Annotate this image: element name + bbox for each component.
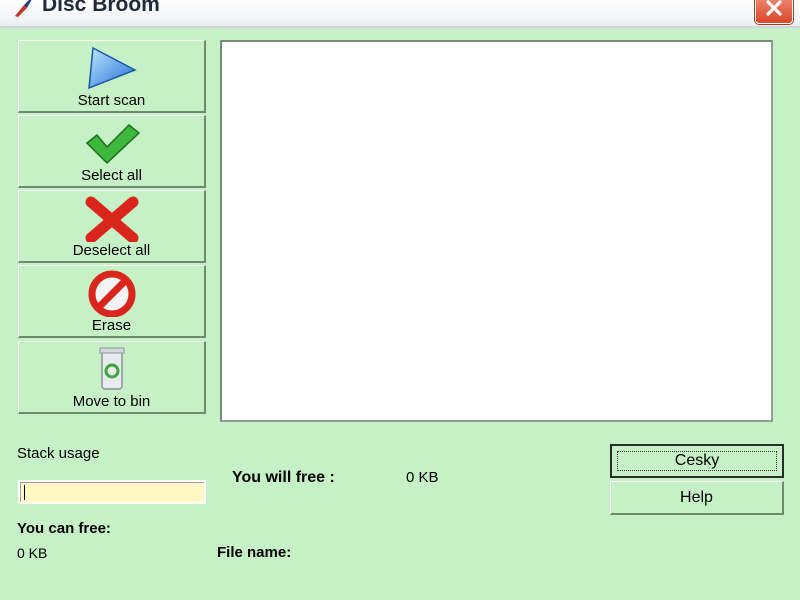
you-can-free-value: 0 KB [17,545,48,561]
start-scan-label: Start scan [77,92,146,109]
erase-label: Erase [91,317,132,334]
window-title: Disc Broom [42,0,160,16]
stack-usage-bar [18,480,206,504]
close-icon [766,0,782,16]
select-all-button[interactable]: Select all [18,115,206,188]
you-will-free-value: 0 KB [406,469,439,486]
prohibited-icon [88,270,136,317]
move-to-bin-button[interactable]: Move to bin [18,341,206,414]
broom-icon [15,0,32,17]
deselect-all-label: Deselect all [72,242,151,259]
focus-rectangle [617,451,777,471]
stack-bar-caret [24,485,25,500]
close-button[interactable] [755,0,793,24]
start-scan-button[interactable]: Start scan [18,40,206,113]
recycle-bin-icon [99,347,125,390]
you-can-free-label: You can free: [17,520,111,537]
red-x-icon [85,196,139,242]
stack-usage-label: Stack usage [17,445,100,462]
erase-button[interactable]: Erase [18,265,206,338]
language-button[interactable]: Cesky [610,444,784,478]
title-bar: Disc Broom [0,0,800,28]
help-button-label: Help [680,488,713,506]
move-to-bin-label: Move to bin [72,393,151,410]
select-all-label: Select all [81,167,142,184]
play-triangle-icon [88,46,137,90]
help-button[interactable]: Help [610,481,784,515]
you-will-free-label: You will free : [232,469,335,486]
checkmark-icon [85,123,141,165]
file-list[interactable] [220,40,773,422]
file-name-label: File name: [217,544,292,561]
deselect-all-button[interactable]: Deselect all [18,190,206,263]
